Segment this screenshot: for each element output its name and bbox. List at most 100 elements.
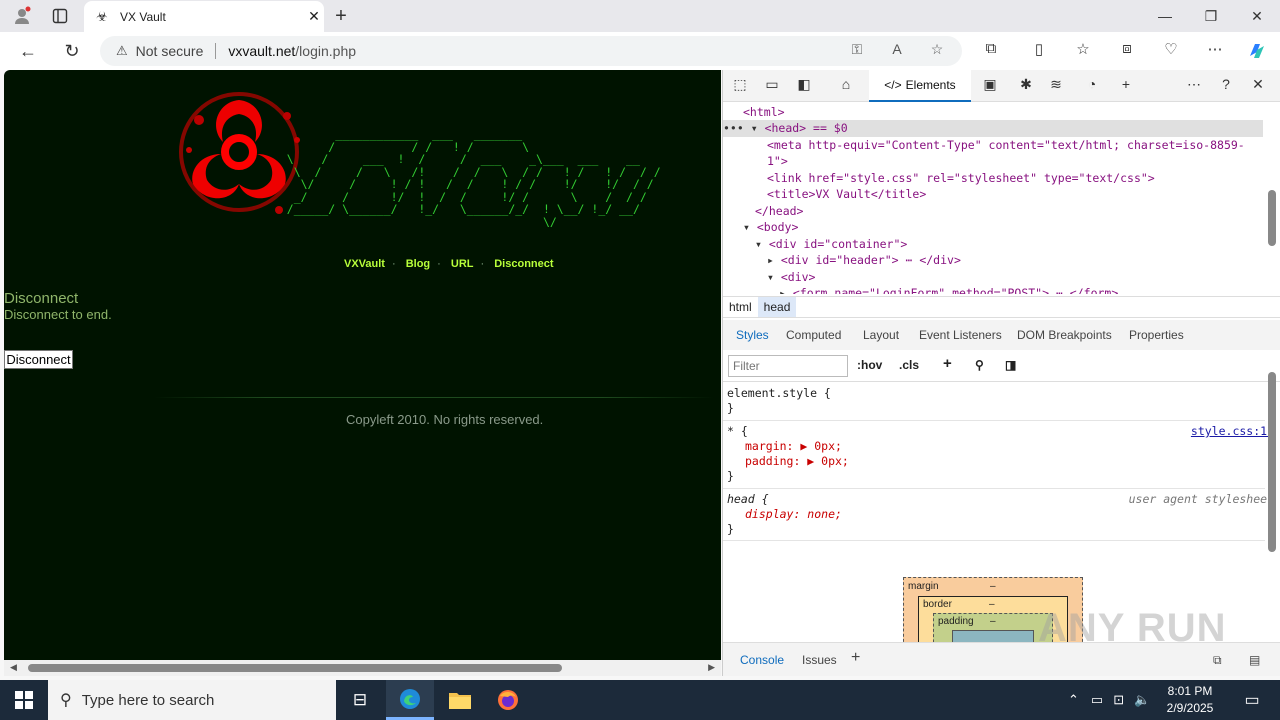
dom-node[interactable]: <title>VX Vault</title> [767, 186, 926, 203]
dom-node[interactable]: <link href="style.css" rel="stylesheet" … [767, 170, 1155, 187]
profile-icon[interactable] [10, 4, 34, 28]
dom-tree[interactable]: <html> ••• ▾ <head> == $0 <meta http-equ… [723, 104, 1263, 294]
nav-link-blog[interactable]: Blog [406, 258, 430, 270]
close-devtools-icon[interactable]: ✕ [1247, 76, 1269, 96]
dom-node-selected[interactable]: ••• ▾ <head> == $0 [723, 120, 1263, 137]
head-selector-rule[interactable]: head { [727, 492, 769, 507]
expand-triangle-icon[interactable]: ▾ [767, 270, 781, 284]
add-drawer-tab-icon[interactable]: + [851, 649, 860, 667]
taskbar-clock[interactable]: 8:01 PM 2/9/2025 [1160, 683, 1220, 717]
toggle-sidebar-icon[interactable]: ◨ [1005, 358, 1016, 372]
tab-styles[interactable]: Styles [736, 328, 769, 342]
drawer-tab-console[interactable]: Console [740, 653, 784, 667]
nav-link-disconnect[interactable]: Disconnect [494, 258, 553, 270]
close-window-icon[interactable]: ✕ [1234, 0, 1280, 32]
dom-scrollbar[interactable] [1268, 106, 1276, 292]
read-aloud-icon[interactable]: A [886, 41, 908, 61]
dom-node[interactable]: <meta http-equiv="Content-Type" content=… [767, 137, 1245, 154]
copilot-icon[interactable] [1244, 40, 1270, 62]
hover-state-toggle[interactable]: :hov [857, 358, 882, 372]
add-tool-icon[interactable]: + [1115, 76, 1137, 96]
firefox-icon[interactable] [484, 680, 532, 720]
back-icon[interactable]: ← [14, 39, 42, 63]
console-icon[interactable]: ▣ [979, 76, 1001, 96]
tab-properties[interactable]: Properties [1129, 328, 1184, 342]
nav-link-url[interactable]: URL [451, 258, 474, 270]
performance-icon[interactable]: ◔ [1081, 76, 1103, 96]
favorites-icon[interactable]: ☆ [1070, 40, 1096, 62]
battery-icon[interactable]: ▭ [1091, 692, 1103, 708]
inspect-icon[interactable]: ⬚ [729, 76, 751, 96]
refresh-icon[interactable]: ↻ [58, 39, 86, 63]
scroll-left-icon[interactable]: ◀ [10, 662, 17, 673]
minimize-icon[interactable]: — [1142, 0, 1188, 32]
tab-layout[interactable]: Layout [863, 328, 899, 342]
network-icon[interactable]: ⊡ [1113, 692, 1124, 708]
more-tools-icon[interactable]: ⋯ [1183, 76, 1205, 96]
drawer-toggle-icon[interactable]: ▤ [1249, 653, 1260, 667]
warning-icon[interactable]: ⚠ [116, 43, 128, 59]
more-menu-icon[interactable]: ⋯ [1202, 40, 1228, 62]
scrollbar-thumb[interactable] [1268, 372, 1276, 552]
favorite-star-icon[interactable]: ☆ [926, 41, 948, 61]
security-label[interactable]: Not secure [136, 43, 204, 59]
split-screen-icon[interactable]: ▯ [1026, 40, 1052, 62]
key-icon[interactable]: ⚿ [846, 41, 868, 61]
collapse-triangle-icon[interactable]: ▸ [779, 286, 793, 294]
nav-link-vxvault[interactable]: VXVault [344, 258, 385, 270]
expand-triangle-icon[interactable]: ▾ [755, 237, 769, 251]
help-icon[interactable]: ? [1215, 76, 1237, 96]
drawer-tab-issues[interactable]: Issues [802, 653, 837, 667]
dock-icon[interactable]: ◧ [793, 76, 815, 96]
tab-actions-icon[interactable] [48, 4, 72, 28]
breadcrumb-head[interactable]: head [757, 297, 797, 317]
styles-filter-input[interactable] [728, 355, 848, 377]
paint-brush-icon[interactable]: ⚲ [975, 358, 984, 372]
element-style-rule[interactable]: element.style { [727, 386, 831, 401]
file-explorer-icon[interactable] [436, 680, 484, 720]
dom-node[interactable]: ▾ <body> [743, 219, 798, 236]
windows-start-icon[interactable] [0, 680, 48, 720]
scrollbar-thumb[interactable] [28, 664, 562, 672]
tab-computed[interactable]: Computed [786, 328, 841, 342]
volume-icon[interactable]: 🔈 [1134, 692, 1150, 708]
expand-triangle-icon[interactable]: ▾ [743, 220, 757, 234]
edge-taskbar-icon[interactable] [386, 680, 434, 720]
device-emulation-icon[interactable]: ▭ [761, 76, 783, 96]
tab-close-icon[interactable]: ✕ [304, 8, 324, 25]
dom-node[interactable]: 1"> [767, 153, 788, 170]
restore-icon[interactable]: ❐ [1188, 0, 1234, 32]
padding-property[interactable]: padding: ▶ 0px; [745, 454, 849, 469]
collections-icon[interactable]: ⧈ [1114, 40, 1140, 62]
collapse-triangle-icon[interactable]: ▸ [767, 253, 781, 267]
universal-selector-rule[interactable]: * { [727, 424, 748, 439]
notifications-icon[interactable]: ▭ [1232, 680, 1272, 720]
tab-dom-breakpoints[interactable]: DOM Breakpoints [1017, 328, 1112, 342]
dom-node[interactable]: ▾ <div id="container"> [755, 236, 907, 253]
dom-node[interactable]: </head> [755, 203, 803, 220]
class-toggle[interactable]: .cls [899, 358, 919, 372]
url-host[interactable]: vxvault.net [228, 43, 295, 59]
performance-icon[interactable]: ♡ [1158, 40, 1184, 62]
dom-node[interactable]: <html> [743, 104, 785, 121]
drawer-undock-icon[interactable]: ⧉ [1213, 653, 1222, 668]
extensions-icon[interactable]: ⧉ [978, 40, 1004, 62]
dom-node[interactable]: ▸ <form name="LoginForm" method="POST"> … [779, 285, 1118, 294]
styles-scrollbar[interactable] [1268, 360, 1276, 628]
new-rule-icon[interactable]: + [943, 355, 952, 372]
tab-event-listeners[interactable]: Event Listeners [919, 328, 1002, 342]
taskbar-search[interactable]: ⚲ Type here to search [48, 680, 336, 720]
horizontal-scrollbar[interactable]: ◀ ▶ [4, 660, 721, 676]
show-hidden-icons-icon[interactable]: ⌃ [1068, 692, 1079, 708]
welcome-home-icon[interactable]: ⌂ [835, 76, 857, 96]
scroll-right-icon[interactable]: ▶ [708, 662, 715, 673]
url-path[interactable]: /login.php [295, 43, 356, 59]
expand-triangle-icon[interactable]: ▾ [751, 121, 765, 135]
breadcrumb-html[interactable]: html [723, 297, 758, 317]
task-view-icon[interactable]: ⊟ [336, 680, 384, 720]
search-placeholder[interactable]: Type here to search [82, 692, 215, 709]
address-bar[interactable]: ⚠ Not secure vxvault.net/login.php ⚿ A ☆ [100, 36, 962, 66]
tab-elements[interactable]: </> Elements [869, 70, 971, 102]
margin-property[interactable]: margin: ▶ 0px; [745, 439, 842, 454]
browser-tab[interactable]: ☣ VX Vault ✕ [84, 1, 324, 32]
